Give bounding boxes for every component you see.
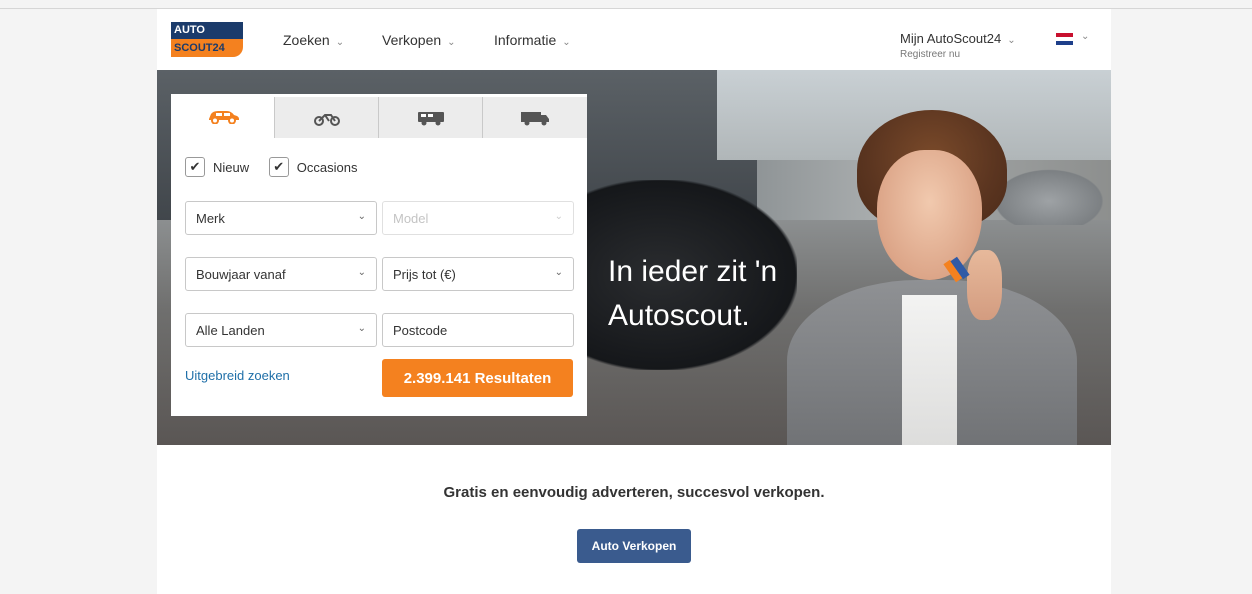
- truck-icon: [521, 111, 549, 125]
- chevron-down-icon: ⌄: [357, 323, 366, 334]
- netherlands-flag-icon[interactable]: [1056, 33, 1073, 45]
- sell-car-button[interactable]: Auto Verkopen: [577, 529, 691, 563]
- country-select[interactable]: Alle Landen ⌄: [185, 313, 377, 347]
- checkbox-new-label: Nieuw: [213, 159, 250, 175]
- sell-promo-text: Gratis en eenvoudig adverteren, succesvo…: [443, 484, 825, 501]
- hero-slogan: In ieder zit 'n Autoscout.: [608, 250, 777, 338]
- autoscout24-logo[interactable]: AUTO SCOUT24: [171, 22, 243, 57]
- car-icon: [208, 111, 239, 124]
- nav-zoeken[interactable]: Zoeken ⌄: [283, 32, 344, 48]
- chevron-down-icon: ⌄: [357, 211, 366, 222]
- checkmark-icon: ✔: [185, 157, 205, 177]
- search-panel: ✔ Nieuw ✔ Occasions Merk ⌄ Model ⌄ Bouwj…: [171, 94, 587, 416]
- hero-person-image: [767, 110, 1097, 445]
- logo-line-2: SCOUT24: [171, 39, 243, 57]
- checkbox-used[interactable]: ✔ Occasions: [268, 157, 358, 177]
- model-select-value: Model: [393, 210, 429, 226]
- chevron-down-icon[interactable]: ⌄: [1081, 31, 1089, 42]
- shirt: [902, 295, 957, 445]
- chevron-down-icon: ⌄: [447, 37, 456, 48]
- nav-informatie-label: Informatie: [494, 32, 557, 48]
- results-button[interactable]: 2.399.141 Resultaten: [382, 359, 573, 397]
- chevron-down-icon: ⌄: [357, 267, 366, 278]
- tab-car[interactable]: [171, 94, 274, 138]
- make-select-value: Merk: [196, 210, 225, 226]
- slogan-line-1: In ieder zit 'n: [608, 255, 778, 288]
- tab-truck[interactable]: [482, 97, 587, 138]
- face: [877, 150, 982, 280]
- advanced-search-link[interactable]: Uitgebreid zoeken: [185, 368, 290, 383]
- account-label: Mijn AutoScout24: [900, 31, 1002, 46]
- motorcycle-icon: [313, 113, 340, 126]
- country-select-value: Alle Landen: [196, 322, 265, 338]
- nav-verkopen[interactable]: Verkopen ⌄: [382, 32, 456, 48]
- tab-camper[interactable]: [378, 97, 482, 138]
- price-select-value: Prijs tot (€): [393, 266, 456, 282]
- camper-icon: [417, 111, 444, 125]
- hand: [967, 250, 1002, 320]
- postcode-placeholder: Postcode: [393, 322, 448, 338]
- chevron-down-icon: ⌄: [554, 267, 563, 278]
- model-select[interactable]: Model ⌄: [382, 201, 574, 235]
- make-select[interactable]: Merk ⌄: [185, 201, 377, 235]
- chevron-down-icon: ⌄: [562, 37, 571, 48]
- vehicle-type-tabs: [171, 94, 587, 138]
- nav-zoeken-label: Zoeken: [283, 32, 330, 48]
- register-link[interactable]: Registreer nu: [900, 49, 1016, 60]
- nav-verkopen-label: Verkopen: [382, 32, 442, 48]
- price-select[interactable]: Prijs tot (€) ⌄: [382, 257, 574, 291]
- chevron-down-icon: ⌄: [335, 37, 345, 48]
- checkbox-new[interactable]: ✔ Nieuw: [185, 157, 249, 177]
- tab-motorcycle[interactable]: [274, 97, 378, 138]
- chevron-down-icon: ⌄: [554, 211, 563, 222]
- chevron-down-icon: ⌄: [1007, 35, 1016, 46]
- checkbox-used-label: Occasions: [296, 159, 358, 175]
- checkmark-icon: ✔: [268, 157, 289, 177]
- year-select[interactable]: Bouwjaar vanaf ⌄: [185, 257, 377, 291]
- nav-informatie[interactable]: Informatie ⌄: [494, 32, 571, 48]
- account-menu[interactable]: Mijn AutoScout24 ⌄ Registreer nu: [900, 31, 1016, 60]
- page-container: AUTO SCOUT24 Zoeken ⌄ Verkopen ⌄ Informati…: [157, 9, 1111, 594]
- slogan-line-2: Autoscout.: [608, 299, 750, 332]
- site-header: AUTO SCOUT24 Zoeken ⌄ Verkopen ⌄ Informati…: [157, 9, 1111, 70]
- postcode-input[interactable]: Postcode: [382, 313, 574, 347]
- logo-line-1: AUTO: [171, 22, 243, 39]
- year-select-value: Bouwjaar vanaf: [196, 266, 286, 282]
- condition-checkboxes: ✔ Nieuw ✔ Occasions: [185, 157, 373, 177]
